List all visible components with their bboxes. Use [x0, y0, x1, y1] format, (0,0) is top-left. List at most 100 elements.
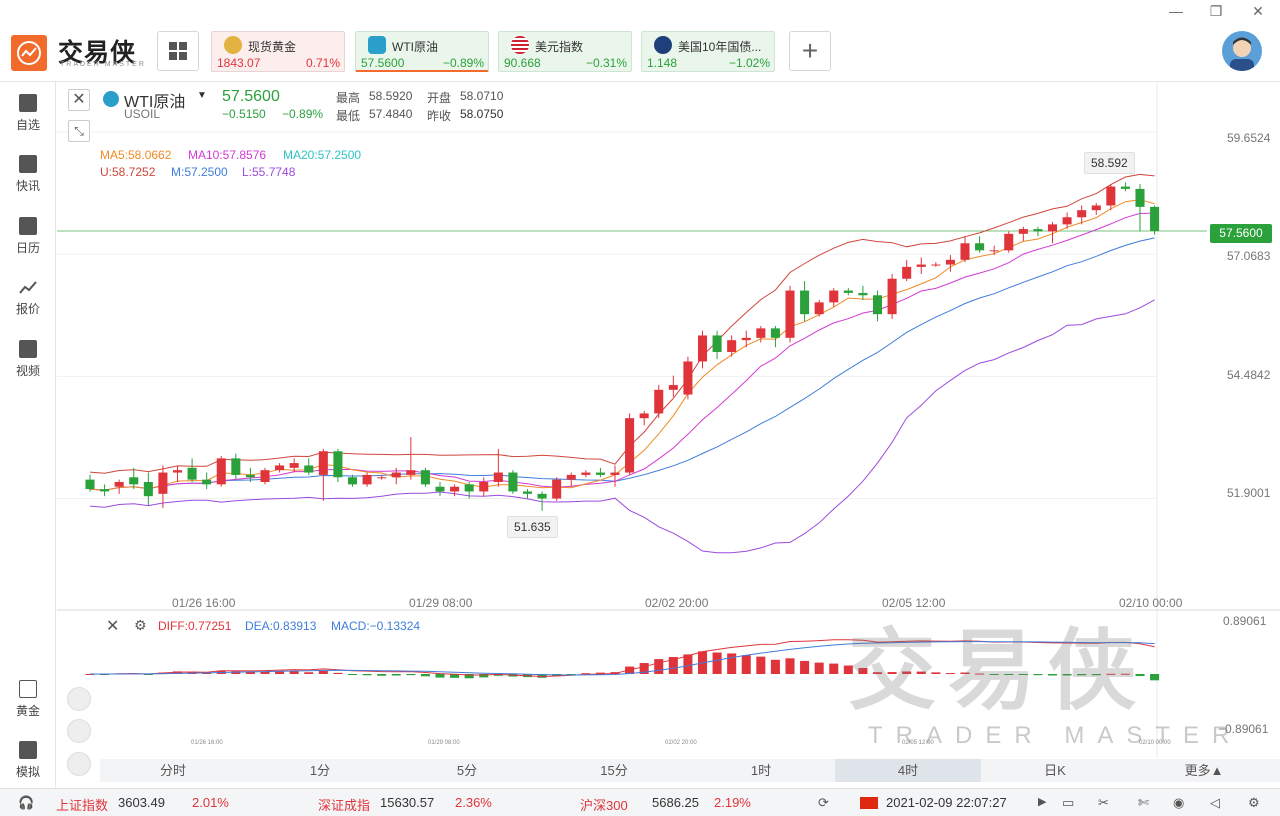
camera-icon[interactable]: ◉	[1173, 795, 1184, 811]
index-change: 2.01%	[192, 795, 229, 810]
mute-icon[interactable]: ◁	[1210, 795, 1220, 811]
price-axis-label: 59.6524	[1227, 131, 1271, 145]
headset-icon[interactable]: 🎧	[18, 795, 34, 811]
status-bar: 🎧 上证指数 3603.49 2.01% 深证成指 15630.57 2.36%…	[0, 788, 1280, 816]
settings-icon[interactable]: ⚙	[1248, 795, 1260, 811]
price-axis-label: 57.0683	[1227, 249, 1271, 263]
sidebar-item-video[interactable]: 视频	[0, 340, 56, 390]
add-quote-button[interactable]: +	[789, 31, 831, 71]
symbol-dropdown-icon[interactable]: ▼	[197, 90, 207, 101]
time-axis-label: 01/26 16:00	[172, 596, 236, 610]
candle-body	[902, 266, 912, 279]
quote-card-bond[interactable]: 美国10年国债... 1.148 −1.02%	[641, 31, 775, 72]
sidebar-item-label: 日历	[15, 241, 40, 255]
sidebar-item-label: 快讯	[15, 179, 40, 193]
sidebar-item-gold[interactable]: 黄金	[0, 680, 56, 730]
macd-bar	[741, 655, 751, 674]
close-macd-button[interactable]: ✕	[106, 616, 119, 636]
candle-body	[770, 328, 780, 338]
candle-body	[1047, 224, 1058, 232]
sidebar-item-calendar[interactable]: 日历	[0, 217, 56, 267]
ma5-label: MA5:58.0662	[100, 148, 172, 162]
macd-bar	[260, 671, 270, 674]
sync-icon[interactable]: ⟳	[818, 795, 829, 811]
sidebar-item-simulate[interactable]: 模拟	[0, 741, 56, 791]
quote-change: −0.31%	[585, 56, 627, 70]
index-value: 3603.49	[118, 795, 165, 810]
quote-price: 1.148	[647, 56, 678, 70]
quote-card-gold[interactable]: 现货黄金 1843.07 0.71%	[211, 31, 345, 72]
candle-body	[566, 474, 576, 480]
macd-bar	[756, 656, 766, 674]
candle-body	[654, 389, 664, 414]
candle-body	[1106, 186, 1116, 206]
high-callout: 58.592	[1084, 152, 1135, 174]
sidebar-item-watchlist[interactable]: 自选	[0, 94, 56, 144]
index-name[interactable]: 上证指数	[56, 795, 108, 814]
candle-body	[945, 259, 955, 265]
quote-card-oil[interactable]: WTI原油 57.5600 −0.89%	[355, 31, 489, 72]
index-name[interactable]: 沪深300	[580, 795, 628, 814]
candle-body	[581, 472, 591, 475]
close-window-button[interactable]: ✕	[1248, 3, 1268, 20]
restore-button[interactable]: ❐	[1206, 3, 1226, 20]
calendar-icon	[19, 217, 37, 235]
candle-body	[639, 413, 649, 419]
indicator-tool-icon[interactable]	[67, 752, 91, 776]
candlestick-tool-icon[interactable]	[67, 687, 91, 711]
sidebar-item-quotes[interactable]: 报价	[0, 278, 56, 328]
candle-body	[450, 486, 460, 492]
timeframe-tab-active[interactable]: 4时	[835, 759, 981, 782]
sidebar-item-news[interactable]: 快讯	[0, 155, 56, 205]
candle-body	[1091, 205, 1101, 211]
timeframe-tab[interactable]: 日K	[982, 759, 1128, 782]
macd-axis-top: 0.89061	[1223, 614, 1267, 628]
quote-card-usd[interactable]: 美元指数 90.668 −0.31%	[498, 31, 632, 72]
timeframe-bar: 分时 1分 5分 15分 1时 4时 日K 更多▲	[100, 759, 1280, 782]
close-chart-button[interactable]: ✕	[68, 89, 90, 111]
screen-off-icon[interactable]: ▭	[1062, 795, 1074, 811]
avatar[interactable]	[1222, 31, 1262, 71]
tools-icon[interactable]: ✂	[1098, 795, 1109, 811]
pen-tool-icon[interactable]	[67, 719, 91, 743]
minimize-button[interactable]: —	[1166, 3, 1186, 19]
grid-layout-button[interactable]	[157, 31, 199, 71]
candle-body	[304, 465, 314, 473]
timeframe-tab[interactable]: 分时	[100, 759, 246, 782]
shrink-chart-button[interactable]: ⤡	[68, 120, 90, 142]
timeframe-tab[interactable]: 1分	[247, 759, 393, 782]
low-label: 最低	[336, 109, 361, 123]
high-value: 58.5920	[369, 89, 413, 103]
candle-body	[100, 489, 110, 492]
candle-body	[172, 470, 183, 473]
candle-body	[843, 290, 853, 293]
timeframe-tab[interactable]: 15分	[541, 759, 687, 782]
boll-upper-label: U:58.7252	[100, 165, 156, 179]
macd-bar	[420, 674, 430, 677]
quote-name: WTI原油	[392, 40, 438, 54]
candle-body	[245, 474, 255, 478]
timeframe-tab[interactable]: 5分	[394, 759, 540, 782]
sge-icon	[19, 680, 37, 698]
macd-value-label: MACD:−0.13324	[331, 619, 421, 633]
macd-bar	[406, 674, 416, 676]
candle-body	[1150, 206, 1160, 231]
candle-body	[1135, 188, 1145, 207]
boll-lower-label: L:55.7748	[242, 165, 296, 179]
macd-bar	[1150, 674, 1160, 681]
timeframe-tab[interactable]: 1时	[688, 759, 834, 782]
sidebar: 自选 快讯 日历 报价 视频 黄金 模拟	[0, 82, 56, 788]
scissors-icon[interactable]: ✄	[1138, 795, 1149, 811]
macd-bar	[683, 654, 693, 674]
candle-body	[1018, 229, 1028, 234]
index-name[interactable]: 深证成指	[318, 795, 370, 814]
top-bar: 交易侠 TRADER MASTER 现货黄金 1843.07 0.71% WTI…	[0, 0, 1280, 82]
candle-body	[975, 243, 985, 251]
index-value: 15630.57	[380, 795, 435, 810]
settings-icon[interactable]: ⚙	[134, 617, 147, 634]
gold-icon	[224, 36, 242, 54]
play-icon[interactable]: ▶	[1038, 795, 1046, 808]
timeframe-more[interactable]: 更多▲	[1129, 759, 1279, 782]
small-time-label: 02/02 20:00	[665, 740, 697, 746]
candle-body	[362, 474, 372, 485]
